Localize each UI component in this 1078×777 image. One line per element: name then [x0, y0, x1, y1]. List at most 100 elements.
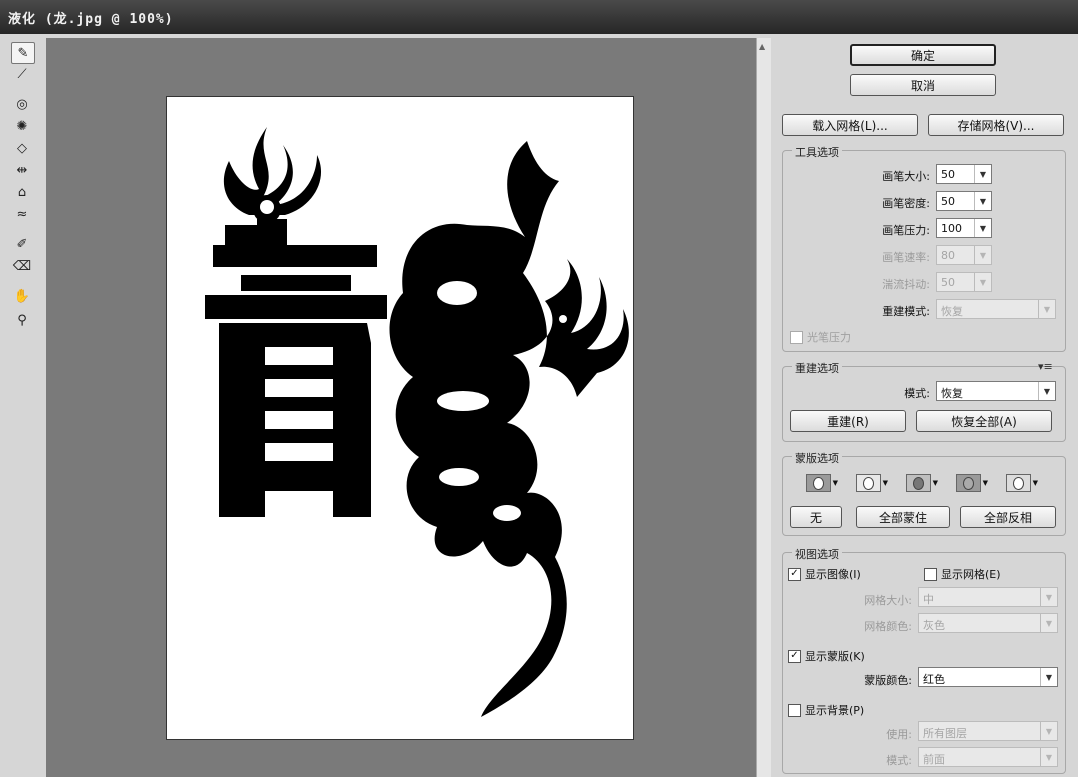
- title-bar: 液化 (龙.jpg @ 100%): [0, 0, 1078, 34]
- canvas-scrollbar[interactable]: ▲: [756, 38, 771, 777]
- add-to-mask-button[interactable]: ▼: [856, 474, 888, 492]
- show-image-checkbox[interactable]: ✓ 显示图像(I): [788, 566, 861, 582]
- backdrop-mode-label: 模式:: [886, 754, 912, 767]
- show-mask-checkbox[interactable]: ✓ 显示蒙版(K): [788, 648, 865, 664]
- mask-none-button[interactable]: 无: [790, 506, 842, 528]
- brush-density-field[interactable]: 50 ▼: [936, 191, 992, 211]
- replace-selection-mask-button[interactable]: ▼: [806, 474, 838, 492]
- intersect-mask-button[interactable]: ▼: [956, 474, 988, 492]
- scroll-up-icon[interactable]: ▲: [759, 42, 765, 51]
- panel-menu-icon[interactable]: ▾≡: [1038, 360, 1053, 373]
- brush-density-label: 画笔密度:: [882, 197, 930, 210]
- backdrop-mode-value: 前面: [923, 753, 945, 766]
- reconstruct-options-title: 重建选项: [792, 360, 842, 376]
- mask-icon: [956, 474, 981, 492]
- brush-size-label: 画笔大小:: [882, 170, 930, 183]
- reconstruct-tool-icon[interactable]: ⟋: [11, 64, 33, 84]
- mask-options-title: 蒙版选项: [792, 450, 842, 466]
- chevron-down-icon: ▼: [832, 479, 838, 487]
- tool-options-title: 工具选项: [792, 144, 842, 160]
- brush-size-field[interactable]: 50 ▼: [936, 164, 992, 184]
- chevron-down-icon: ▼: [974, 246, 991, 264]
- preview-canvas[interactable]: [46, 38, 756, 777]
- backdrop-use-label: 使用:: [886, 728, 912, 741]
- document-image[interactable]: [166, 96, 634, 740]
- mask-all-button[interactable]: 全部蒙住: [856, 506, 950, 528]
- mask-icon: [856, 474, 881, 492]
- invert-all-button[interactable]: 全部反相: [960, 506, 1056, 528]
- reconstruct-mode-value: 恢复: [941, 305, 963, 318]
- chevron-down-icon: ▼: [1040, 722, 1057, 740]
- show-mesh-checkbox[interactable]: 显示网格(E): [924, 566, 1001, 582]
- mesh-color-value: 灰色: [923, 619, 945, 632]
- reconstruct-mode-label: 重建模式:: [882, 305, 930, 318]
- brush-rate-field: 80 ▼: [936, 245, 992, 265]
- hand-tool-icon[interactable]: ✋: [11, 286, 33, 306]
- mask-color-select[interactable]: 红色 ▼: [918, 667, 1058, 687]
- subtract-from-mask-button[interactable]: ▼: [906, 474, 938, 492]
- mesh-size-label: 网格大小:: [864, 594, 912, 607]
- options-panel: 确定 取消 载入网格(L)... 存储网格(V)... 工具选项 画笔大小: 5…: [772, 38, 1078, 777]
- chevron-down-icon[interactable]: ▼: [1040, 668, 1057, 686]
- checkbox-box: [924, 567, 937, 581]
- show-image-label: 显示图像(I): [805, 568, 861, 581]
- chevron-down-icon: ▼: [982, 479, 988, 487]
- freeze-mask-tool-icon[interactable]: ✐: [11, 234, 33, 254]
- chevron-down-icon[interactable]: ▼: [974, 192, 991, 210]
- brush-pressure-value: 100: [941, 222, 962, 235]
- stylus-pressure-checkbox: 光笔压力: [790, 329, 851, 345]
- turbulence-tool-icon[interactable]: ≈: [11, 204, 33, 224]
- invert-mask-button[interactable]: ▼: [1006, 474, 1038, 492]
- save-mesh-button[interactable]: 存储网格(V)...: [928, 114, 1064, 136]
- brush-rate-value: 80: [941, 249, 955, 262]
- reconstruct-button[interactable]: 重建(R): [790, 410, 906, 432]
- brush-rate-label: 画笔速率:: [882, 251, 930, 264]
- thaw-mask-tool-icon[interactable]: ⌫: [11, 256, 33, 276]
- view-options-title: 视图选项: [792, 546, 842, 562]
- chevron-down-icon[interactable]: ▼: [974, 165, 991, 183]
- mesh-color-label: 网格颜色:: [864, 620, 912, 633]
- backdrop-use-select: 所有图层 ▼: [918, 721, 1058, 741]
- restore-all-button[interactable]: 恢复全部(A): [916, 410, 1052, 432]
- mirror-tool-icon[interactable]: ⌂: [11, 182, 33, 202]
- show-backdrop-checkbox[interactable]: 显示背景(P): [788, 702, 864, 718]
- brush-size-value: 50: [941, 168, 955, 181]
- chevron-down-icon: ▼: [1040, 588, 1057, 606]
- checkmark-icon: ✓: [788, 567, 801, 581]
- stylus-pressure-label: 光笔压力: [807, 331, 851, 344]
- zoom-tool-icon[interactable]: ⚲: [11, 310, 33, 330]
- chevron-down-icon: ▼: [932, 479, 938, 487]
- turbulent-jitter-field: 50 ▼: [936, 272, 992, 292]
- reconstruct-mode-dropdown[interactable]: 恢复 ▼: [936, 381, 1056, 401]
- mask-icon: [906, 474, 931, 492]
- bloat-tool-icon[interactable]: ◇: [11, 138, 33, 158]
- backdrop-use-value: 所有图层: [923, 727, 967, 740]
- warp-tool-icon[interactable]: ✎: [11, 42, 35, 64]
- dragon-artwork: [205, 127, 629, 717]
- load-mesh-button[interactable]: 载入网格(L)...: [782, 114, 918, 136]
- chevron-down-icon: ▼: [1040, 614, 1057, 632]
- push-left-tool-icon[interactable]: ⇹: [11, 160, 33, 180]
- mask-color-label: 蒙版颜色:: [864, 674, 912, 687]
- chevron-down-icon[interactable]: ▼: [1038, 382, 1055, 400]
- show-backdrop-label: 显示背景(P): [805, 704, 865, 717]
- checkbox-box: [790, 330, 803, 344]
- checkmark-icon: ✓: [788, 649, 801, 663]
- brush-pressure-field[interactable]: 100 ▼: [936, 218, 992, 238]
- pucker-tool-icon[interactable]: ✺: [11, 116, 33, 136]
- backdrop-mode-select: 前面 ▼: [918, 747, 1058, 767]
- window-title: 液化 (龙.jpg @ 100%): [8, 12, 174, 27]
- chevron-down-icon: ▼: [1040, 748, 1057, 766]
- ok-button[interactable]: 确定: [850, 44, 996, 66]
- mesh-size-select: 中 ▼: [918, 587, 1058, 607]
- chevron-down-icon: ▼: [1038, 300, 1055, 318]
- cancel-button[interactable]: 取消: [850, 74, 996, 96]
- mesh-size-value: 中: [923, 593, 934, 606]
- reconstruct-mode-label-2: 模式:: [904, 387, 930, 400]
- reconstruct-mode-dropdown-value: 恢复: [941, 387, 963, 400]
- twirl-tool-icon[interactable]: ◎: [11, 94, 33, 114]
- mask-color-value: 红色: [923, 673, 945, 686]
- reconstruct-mode-select: 恢复 ▼: [936, 299, 1056, 319]
- chevron-down-icon[interactable]: ▼: [974, 219, 991, 237]
- show-mask-label: 显示蒙版(K): [805, 650, 865, 663]
